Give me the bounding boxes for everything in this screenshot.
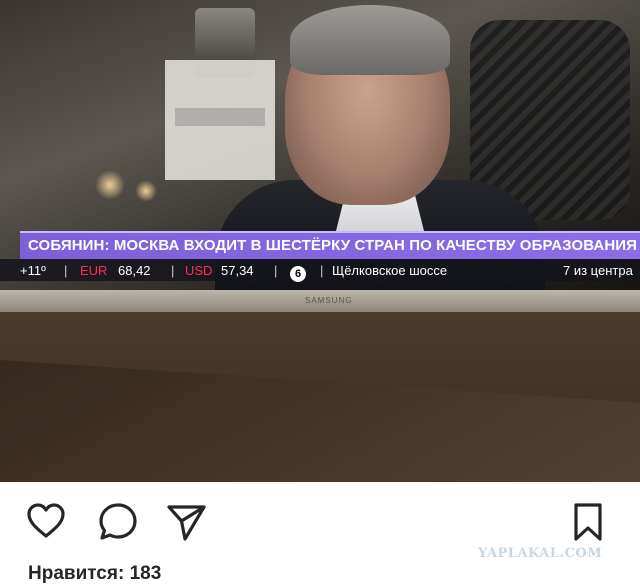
- tv-bezel: SAMSUNG: [0, 290, 640, 312]
- post-photo[interactable]: СОБЯНИН: МОСКВА ВХОДИТ В ШЕСТЁРКУ СТРАН …: [0, 0, 640, 482]
- ticker-headline: СОБЯНИН: МОСКВА ВХОДИТ В ШЕСТЁРКУ СТРАН …: [28, 237, 638, 254]
- person-hair: [290, 5, 450, 75]
- usd-label: USD: [185, 263, 213, 278]
- background-sign-text: [175, 108, 265, 126]
- temperature: +11º: [20, 263, 46, 278]
- traffic-score: 6: [290, 266, 306, 282]
- watermark: YAPLAKAL.COM: [478, 546, 603, 561]
- eur-value: 68,42: [118, 263, 151, 278]
- news-ticker: СОБЯНИН: МОСКВА ВХОДИТ В ШЕСТЁРКУ СТРАН …: [20, 231, 640, 259]
- separator: |: [64, 263, 68, 278]
- send-icon[interactable]: [164, 500, 208, 544]
- separator: |: [274, 263, 278, 278]
- location: Щёлковское шоссе: [332, 263, 448, 278]
- distance: 7 из центра: [563, 263, 633, 278]
- eur-label: EUR: [80, 263, 108, 278]
- separator: |: [171, 263, 175, 278]
- bokeh-light: [135, 180, 157, 202]
- separator: |: [320, 263, 324, 278]
- tv-info-bar: +11º | EUR 68,42 | USD 57,34 | 6 | Щёлко…: [0, 259, 640, 282]
- usd-value: 57,34: [221, 263, 254, 278]
- bookmark-icon[interactable]: [566, 500, 610, 544]
- likes-count[interactable]: Нравится: 183: [28, 563, 161, 585]
- comment-icon[interactable]: [96, 500, 140, 544]
- tv-brand: SAMSUNG: [305, 296, 353, 305]
- bokeh-light: [95, 170, 125, 200]
- heart-icon[interactable]: [24, 500, 68, 544]
